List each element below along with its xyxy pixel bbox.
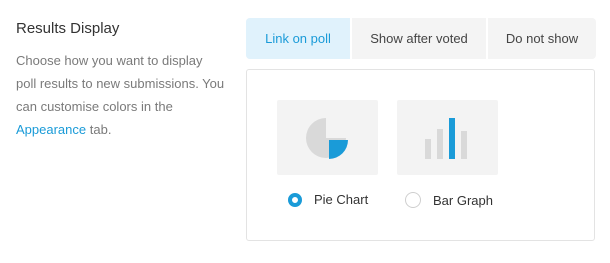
bar-graph-radio-option[interactable]: Bar Graph	[405, 192, 493, 208]
bar-graph-icon	[424, 117, 467, 159]
pie-chart-radio[interactable]	[288, 192, 302, 207]
tab-show-after-voted[interactable]: Show after voted	[350, 18, 486, 59]
bar-graph-option-thumbnail[interactable]	[397, 100, 498, 175]
appearance-link[interactable]: Appearance	[16, 122, 86, 137]
results-display-settings: Results Display Choose how you want to d…	[0, 0, 610, 263]
tab-do-not-show[interactable]: Do not show	[486, 18, 596, 59]
bar-graph-label: Bar Graph	[433, 192, 493, 208]
help-text-body: Choose how you want to display poll resu…	[16, 53, 225, 114]
pie-chart-label: Pie Chart	[314, 192, 369, 207]
pie-chart-icon	[305, 117, 348, 159]
results-display-description: Results Display Choose how you want to d…	[16, 18, 226, 141]
pie-chart-radio-option[interactable]: Pie Chart	[288, 192, 368, 207]
tab-link-on-poll[interactable]: Link on poll	[246, 18, 350, 59]
bar-graph-radio[interactable]	[405, 192, 421, 208]
pie-chart-option-thumbnail[interactable]	[277, 100, 378, 175]
chart-type-panel: Pie Chart Bar Graph	[246, 69, 595, 241]
section-title: Results Display	[16, 20, 120, 37]
section-help-text: Choose how you want to display poll resu…	[16, 49, 226, 141]
results-display-tabs: Link on poll Show after voted Do not sho…	[246, 18, 596, 59]
help-text-suffix: tab.	[89, 122, 112, 137]
